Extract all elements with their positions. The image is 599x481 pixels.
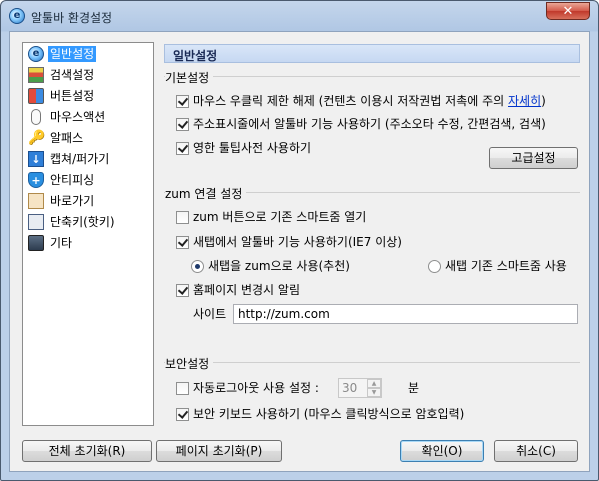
search-settings-icon [28, 67, 44, 83]
title-bar[interactable]: e 알툴바 환경설정 ✕ [1, 1, 598, 31]
general-settings-icon: e [28, 46, 44, 62]
newtab-checkbox[interactable] [176, 236, 189, 249]
tooltip-dictionary-label: 영한 툴팁사전 사용하기 [193, 141, 312, 155]
site-label: 사이트 [193, 307, 227, 321]
sidebar-item-shortcut[interactable]: 바로가기 [26, 191, 150, 211]
autologout-checkbox[interactable] [176, 382, 189, 395]
page-title-bar: 일반설정 [164, 44, 580, 63]
sidebar-item-label: 기타 [50, 236, 73, 250]
newtab-smartzum-radio[interactable] [428, 260, 441, 273]
window-title: 알툴바 환경설정 [31, 11, 113, 25]
sidebar-item-capture[interactable]: ↓ 캡쳐/퍼가기 [26, 149, 150, 169]
sidebar-item-hotkey[interactable]: 단축키(핫키) [26, 212, 150, 232]
homepage-alert-checkbox[interactable] [176, 284, 189, 297]
sidebar-item-general[interactable]: e 일반설정 [26, 44, 150, 64]
sidebar-item-label: 바로가기 [50, 194, 95, 208]
details-link[interactable]: 자세히 [508, 94, 541, 108]
sidebar-item-antiphishing[interactable]: + 안티피싱 [26, 170, 150, 190]
zum-button-checkbox[interactable] [176, 211, 189, 224]
sidebar-item-label: 일반설정 [48, 46, 97, 62]
sidebar-item-alpass[interactable]: 🔑 알패스 [26, 128, 150, 148]
sidebar-item-etc[interactable]: 기타 [26, 233, 150, 253]
cancel-button[interactable]: 취소(C) [494, 440, 578, 462]
stepper-down-button[interactable]: ▼ [367, 388, 381, 397]
button-settings-icon [28, 88, 44, 104]
page-title: 일반설정 [173, 49, 218, 63]
sidebar-item-search[interactable]: 검색설정 [26, 65, 150, 85]
shield-icon: + [28, 172, 44, 188]
hotkey-icon [28, 214, 44, 230]
mouse-rightclick-checkbox[interactable] [176, 95, 189, 108]
key-icon: 🔑 [28, 130, 46, 146]
addressbar-checkbox[interactable] [176, 118, 189, 131]
security-settings-label: 보안설정 [165, 355, 214, 372]
reset-page-button[interactable]: 페이지 초기화(P) [156, 440, 282, 462]
advanced-settings-button[interactable]: 고급설정 [489, 147, 578, 169]
close-button[interactable]: ✕ [546, 2, 590, 20]
mouse-rightclick-label: 마우스 우클릭 제한 해제 (컨텐츠 이용시 저작권법 저촉에 주의 자세히) [193, 94, 546, 108]
homepage-alert-label: 홈페이지 변경시 알림 [193, 283, 300, 297]
zum-settings-label: zum 연결 설정 [165, 185, 247, 202]
shortcut-icon [28, 193, 44, 209]
sidebar-item-label: 버튼설정 [50, 89, 95, 103]
site-url-input[interactable]: http://zum.com [233, 304, 578, 324]
addressbar-label: 주소표시줄에서 알툴바 기능 사용하기 (주소오타 수정, 간편검색, 검색) [193, 117, 546, 131]
sidebar-item-label: 안티피싱 [50, 173, 95, 187]
mouse-icon [31, 109, 41, 125]
tooltip-dictionary-checkbox[interactable] [176, 142, 189, 155]
secure-keyboard-label: 보안 키보드 사용하기 (마우스 클릭방식으로 암호입력) [193, 407, 465, 421]
reset-all-button[interactable]: 전체 초기화(R) [22, 440, 152, 462]
sidebar-item-label: 알패스 [50, 131, 84, 145]
etc-icon [28, 235, 44, 251]
sidebar-item-label: 마우스액션 [50, 110, 106, 124]
zum-button-label: zum 버튼으로 기존 스마트줌 열기 [193, 210, 367, 224]
autologout-label: 자동로그아웃 사용 설정 : [193, 381, 319, 395]
newtab-zum-radio[interactable] [191, 260, 204, 273]
sidebar-item-label: 캡쳐/퍼가기 [50, 152, 110, 166]
capture-icon: ↓ [28, 151, 44, 167]
basic-settings-label: 기본설정 [165, 69, 214, 86]
dialog-client-area: e 일반설정 검색설정 버튼설정 마우스액션 🔑 알패스 ↓ 캡쳐/퍼가기 + … [9, 31, 590, 472]
sidebar-item-label: 검색설정 [50, 68, 95, 82]
altoolbar-app-icon: e [9, 8, 25, 24]
newtab-label: 새탭에서 알툴바 기능 사용하기(IE7 이상) [193, 235, 402, 249]
autologout-unit: 분 [408, 381, 420, 395]
newtab-zum-label: 새탭을 zum으로 사용(추천) [208, 259, 350, 273]
ok-button[interactable]: 확인(O) [400, 440, 484, 462]
settings-window: e 알툴바 환경설정 ✕ e 일반설정 검색설정 버튼설정 마우스액션 🔑 알패… [0, 0, 599, 481]
sidebar-item-mouse[interactable]: 마우스액션 [26, 107, 150, 127]
divider [164, 362, 580, 363]
newtab-smartzum-label: 새탭 기존 스마트줌 사용 [445, 259, 567, 273]
category-list: e 일반설정 검색설정 버튼설정 마우스액션 🔑 알패스 ↓ 캡쳐/퍼가기 + … [22, 42, 154, 426]
sidebar-item-buttons[interactable]: 버튼설정 [26, 86, 150, 106]
stepper-up-button[interactable]: ▲ [367, 379, 381, 388]
secure-keyboard-checkbox[interactable] [176, 408, 189, 421]
divider [164, 76, 580, 77]
sidebar-item-label: 단축키(핫키) [50, 215, 115, 229]
